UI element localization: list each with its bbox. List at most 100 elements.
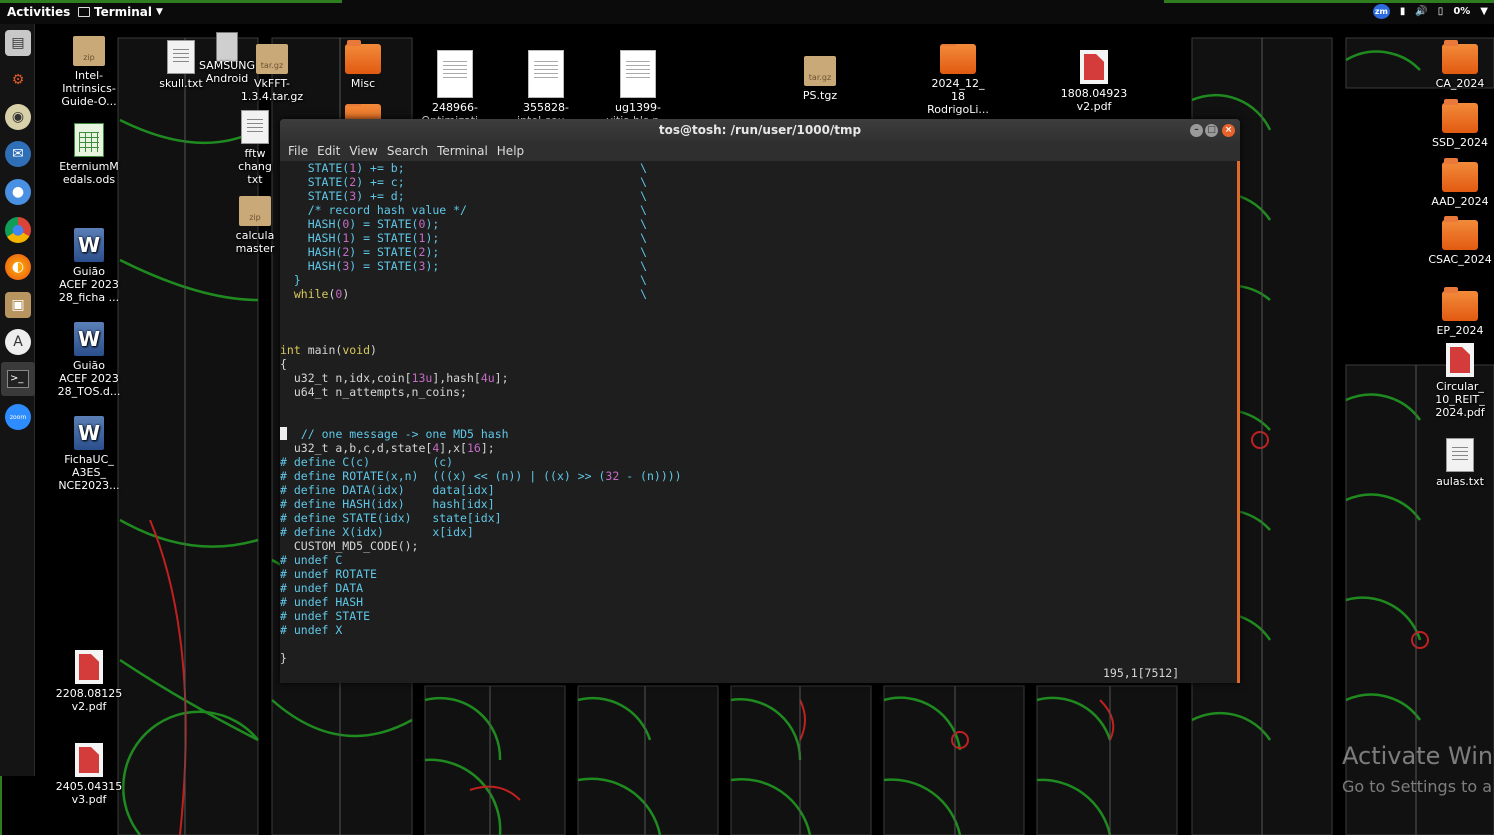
desktop-icon-pdf2208[interactable]: 2208.08125 v2.pdf	[49, 650, 129, 713]
desktop-icon-fftw[interactable]: fftw chang txt	[230, 110, 280, 186]
desktop-icon-label: ug1399- vitis-hls.p...	[606, 101, 669, 119]
desktop-icon-guiao2[interactable]: W Guião ACEF 2023 28_TOS.d...	[49, 322, 129, 398]
desktop-icon-misc[interactable]: Misc	[323, 40, 403, 90]
maximize-button[interactable]: □	[1205, 124, 1218, 137]
desktop-icon-pstgz[interactable]: PS.tgz	[780, 56, 860, 102]
code-line: int main(void)	[280, 343, 377, 357]
close-button[interactable]: ×	[1222, 124, 1235, 137]
desktop-icon-label: FichaUC_ A3ES_ NCE2023...	[58, 453, 120, 492]
minimize-button[interactable]: –	[1190, 124, 1203, 137]
desktop-icon-intel-guide[interactable]: Intel- Intrinsics- Guide-O...	[49, 36, 129, 108]
activities-button[interactable]: Activities	[7, 5, 70, 19]
folder-icon	[1442, 158, 1478, 192]
code-line: # undef X	[280, 623, 343, 637]
code-line: STATE(3) += d; \	[280, 189, 647, 203]
desktop-icon-label: CA_2024	[1435, 77, 1485, 90]
dock-item-disk-utility[interactable]: ◉	[5, 104, 31, 130]
dock-item-software-updater[interactable]: A	[5, 329, 31, 355]
desktop-icon-calcula[interactable]: calcula master	[230, 196, 280, 255]
spreadsheet-icon	[74, 123, 104, 157]
menu-edit[interactable]: Edit	[313, 142, 345, 161]
desktop-icon-ssd2024[interactable]: SSD_2024	[1420, 99, 1494, 149]
desktop-icon-circular[interactable]: Circular_ 10_REIT_ 2024.pdf	[1420, 343, 1494, 419]
mail-icon: ✉	[12, 146, 24, 162]
desktop-icon-p248966[interactable]: 248966- Optimizati...	[415, 50, 495, 119]
dock-item-chrome[interactable]: ●	[5, 217, 31, 243]
desktop-icon-ca2024[interactable]: CA_2024	[1420, 40, 1494, 90]
code-line: }	[280, 651, 287, 665]
desktop-icon-ug1399[interactable]: ug1399- vitis-hls.p...	[598, 50, 678, 119]
desktop-icon-label: fftw chang txt	[238, 147, 272, 186]
volume-icon[interactable]: 🔊	[1415, 6, 1427, 17]
zoom-tray-icon[interactable]: zm	[1372, 4, 1390, 19]
terminal-window[interactable]: tos@tosh: /run/user/1000/tmp – □ × File …	[280, 119, 1240, 683]
folder-icon	[940, 44, 976, 74]
desktop-icon-label: aulas.txt	[1436, 475, 1484, 488]
desktop-icon-p355828[interactable]: 355828- intel-sou...	[506, 50, 586, 119]
maximize-icon: □	[1207, 125, 1216, 135]
desktop-icon-pdf2405[interactable]: 2405.04315 v3.pdf	[49, 743, 129, 806]
menu-terminal[interactable]: Terminal	[433, 142, 493, 161]
chromium-icon: ●	[11, 184, 25, 200]
menu-file[interactable]: File	[284, 142, 313, 161]
gear-icon: ⚙	[11, 72, 25, 88]
desktop-icon-ep2024[interactable]: EP_2024	[1420, 287, 1494, 337]
desktop-icon-pdf1808[interactable]: 1808.04923 v2.pdf	[1054, 50, 1134, 113]
dock-item-thunderbird[interactable]: ✉	[5, 141, 31, 167]
text-file-icon	[1446, 438, 1474, 472]
folder-icon	[1442, 40, 1478, 74]
desktop-icon-aad2024[interactable]: AAD_2024	[1420, 158, 1494, 208]
code-line: STATE(2) += c; \	[280, 175, 647, 189]
desktop-icon-aulas[interactable]: aulas.txt	[1420, 438, 1494, 488]
archive-icon	[804, 56, 836, 86]
system-menu-chevron-icon[interactable]: ▼	[1480, 6, 1488, 17]
app-menu-label: Terminal	[94, 5, 153, 19]
menu-view[interactable]: View	[345, 142, 382, 161]
desktop-icon-eternium[interactable]: EterniumM edals.ods	[49, 123, 129, 186]
menu-help[interactable]: Help	[493, 142, 529, 161]
code-line: # undef DATA	[280, 581, 364, 595]
dock-item-terminal[interactable]: >_	[1, 362, 35, 396]
system-tray[interactable]: zm ▮ 🔊 ▯ 0% ▼	[1372, 4, 1488, 19]
archive-icon: ▣	[11, 297, 25, 313]
desktop-icon-label: PS.tgz	[802, 89, 838, 102]
activation-watermark-title: Activate Wind	[1342, 742, 1494, 770]
code-line: # define STATE(idx) state[idx]	[280, 511, 502, 525]
desktop-icon-vkfft[interactable]: VkFFT- 1.3.4.tar.gz	[232, 44, 312, 103]
word-doc-icon: W	[74, 322, 104, 356]
dock-item-firefox[interactable]: ◐	[5, 254, 31, 280]
dock-item-settings[interactable]: ⚙	[5, 67, 31, 93]
desktop-icon-guiao1[interactable]: W Guião ACEF 2023 28_ficha ...	[49, 228, 129, 304]
terminal-scrollbar[interactable]	[1237, 161, 1240, 683]
document-icon	[528, 50, 564, 98]
folder-icon	[1442, 216, 1478, 250]
dock-item-archive-manager[interactable]: ▣	[5, 292, 31, 318]
top-bar: Activities Terminal ▼ zm ▮ 🔊 ▯ 0% ▼	[0, 0, 1494, 24]
firefox-icon: ◐	[11, 259, 25, 275]
menu-search[interactable]: Search	[383, 142, 433, 161]
desktop-icon-label: Misc	[350, 77, 376, 90]
dock-item-files[interactable]: ▤	[5, 30, 31, 56]
network-icon[interactable]: ▮	[1400, 6, 1406, 17]
text-cursor	[280, 427, 287, 440]
desktop-icon-fichauc[interactable]: W FichaUC_ A3ES_ NCE2023...	[49, 416, 129, 492]
terminal-icon	[78, 7, 90, 17]
desktop-icon-label: CSAC_2024	[1428, 253, 1492, 266]
desktop-icon-label: calcula master	[235, 229, 275, 255]
updater-icon: A	[13, 334, 23, 350]
dock-item-zoom[interactable]: zoom	[5, 404, 31, 430]
code-line: u32_t n,idx,coin[13u],hash[4u];	[280, 371, 509, 385]
dock-item-chromium[interactable]: ●	[5, 179, 31, 205]
terminal-titlebar[interactable]: tos@tosh: /run/user/1000/tmp – □ ×	[280, 119, 1240, 142]
battery-icon[interactable]: ▯	[1438, 6, 1444, 17]
file-cabinet-icon: ▤	[11, 35, 25, 51]
desktop-icon-rodrigo[interactable]: 2024_12_ 18 RodrigoLi...	[918, 44, 998, 119]
desktop-icon-folder-partial[interactable]	[323, 104, 403, 119]
app-menu-button[interactable]: Terminal ▼	[78, 5, 163, 19]
desktop-icon-label: VkFFT- 1.3.4.tar.gz	[240, 77, 304, 103]
desktop-icon-label: 2405.04315 v3.pdf	[55, 780, 123, 806]
terminal-output[interactable]: STATE(1) += b; \ STATE(2) += c; \ STATE(…	[280, 161, 1237, 683]
desktop-icon-csac2024[interactable]: CSAC_2024	[1420, 216, 1494, 266]
